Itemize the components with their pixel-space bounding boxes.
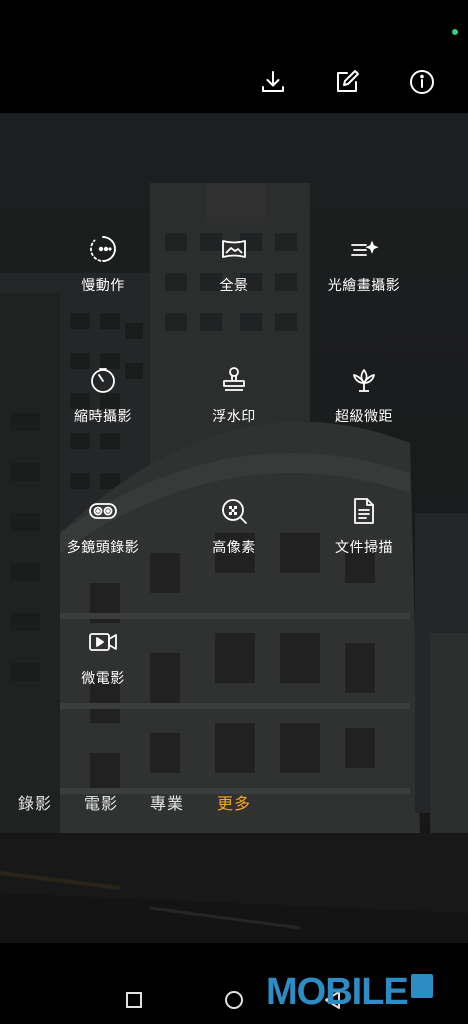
movie-camera-icon: [87, 626, 119, 658]
info-icon[interactable]: [402, 62, 442, 102]
tab-pro[interactable]: 專業: [150, 790, 184, 814]
panorama-icon: [218, 233, 250, 265]
mode-label: 浮水印: [212, 409, 256, 425]
mode-label: 超級微距: [335, 409, 393, 425]
mode-high-pixel[interactable]: 高像素: [174, 495, 294, 575]
recents-button[interactable]: [119, 985, 149, 1015]
mode-label: 慢動作: [81, 278, 125, 294]
stamp-icon: [218, 364, 250, 396]
flower-icon: [348, 364, 380, 396]
mode-micro-movie[interactable]: 微電影: [43, 626, 163, 706]
mode-label: 全景: [219, 278, 249, 294]
mode-light-painting[interactable]: 光繪畫攝影: [304, 233, 424, 313]
slow-motion-icon: [87, 233, 119, 265]
tab-more[interactable]: 更多: [217, 790, 251, 814]
mode-label: 微電影: [81, 671, 125, 687]
mode-document-scan[interactable]: 文件掃描: [304, 495, 424, 575]
download-icon[interactable]: [253, 62, 293, 102]
edit-icon[interactable]: [327, 62, 367, 102]
status-indicator-dot: [452, 29, 458, 35]
top-bar: [0, 0, 468, 113]
mode-label: 光繪畫攝影: [327, 278, 401, 294]
mode-label: 縮時攝影: [74, 409, 132, 425]
mobile-watermark-logo: MOBILE: [266, 968, 433, 1016]
mode-label: 高像素: [212, 540, 256, 556]
mode-multi-lens[interactable]: 多鏡頭錄影: [43, 495, 163, 575]
camera-mode-tabs: 錄影 電影 專業 更多: [0, 790, 468, 814]
mode-slow-motion[interactable]: 慢動作: [43, 233, 163, 313]
mode-label: 多鏡頭錄影: [66, 540, 140, 556]
mode-super-macro[interactable]: 超級微距: [304, 364, 424, 444]
mode-panorama[interactable]: 全景: [174, 233, 294, 313]
mode-label: 文件掃描: [335, 540, 393, 556]
time-lapse-icon: [87, 364, 119, 396]
mode-grid: 慢動作 全景 光繪畫攝影 縮時攝影 浮水印 超級微距 多鏡頭錄影 高像素 文件掃…: [0, 113, 468, 713]
speech-bubble-icon: [410, 974, 433, 998]
tab-movie[interactable]: 電影: [84, 790, 118, 814]
multi-lens-icon: [87, 495, 119, 527]
watermark-text: MOBILE: [266, 970, 409, 1013]
home-button[interactable]: [219, 985, 249, 1015]
tab-video[interactable]: 錄影: [18, 790, 52, 814]
mode-time-lapse[interactable]: 縮時攝影: [43, 364, 163, 444]
high-pixel-icon: [218, 495, 250, 527]
document-icon: [348, 495, 380, 527]
mode-watermark[interactable]: 浮水印: [174, 364, 294, 444]
light-painting-icon: [348, 233, 380, 265]
